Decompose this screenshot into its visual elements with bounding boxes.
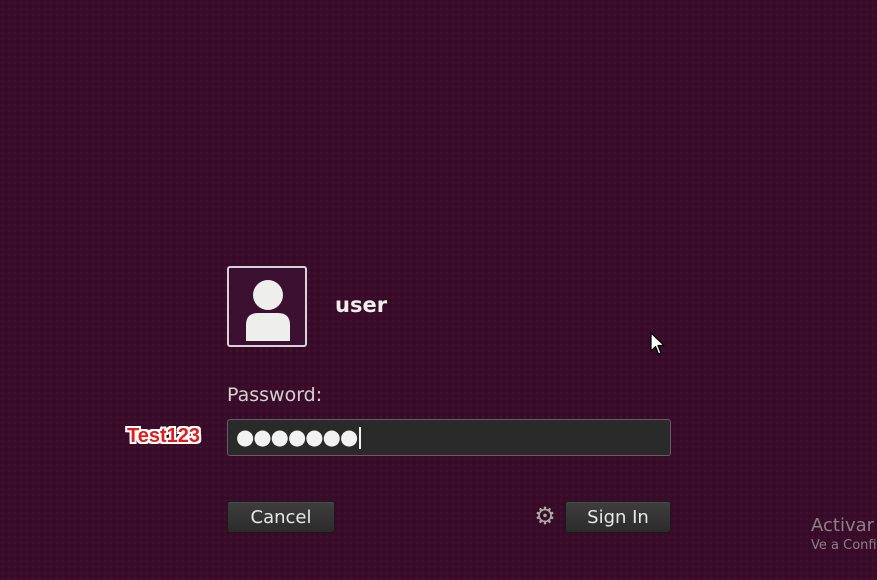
password-input[interactable]: ●●●●●●● <box>227 419 671 456</box>
mouse-pointer-icon <box>650 332 666 360</box>
user-silhouette-icon <box>246 280 290 341</box>
activation-watermark-title: Activar <box>811 515 875 536</box>
text-caret <box>359 426 362 449</box>
cancel-button[interactable]: Cancel <box>227 501 335 533</box>
password-annotation: Test123 <box>127 425 201 447</box>
sign-in-button[interactable]: Sign In <box>565 501 671 533</box>
password-label: Password: <box>227 384 323 406</box>
password-masked-value: ●●●●●●● <box>236 425 358 449</box>
login-panel: user Password: ●●●●●●● Cancel ⚙ Sign In <box>227 266 671 536</box>
user-avatar <box>227 266 307 347</box>
username-label: user <box>335 293 388 317</box>
gear-icon[interactable]: ⚙ <box>534 504 556 528</box>
activation-watermark: Activar Ve a Confi <box>811 515 877 553</box>
activation-watermark-subtitle: Ve a Confi <box>811 538 877 553</box>
